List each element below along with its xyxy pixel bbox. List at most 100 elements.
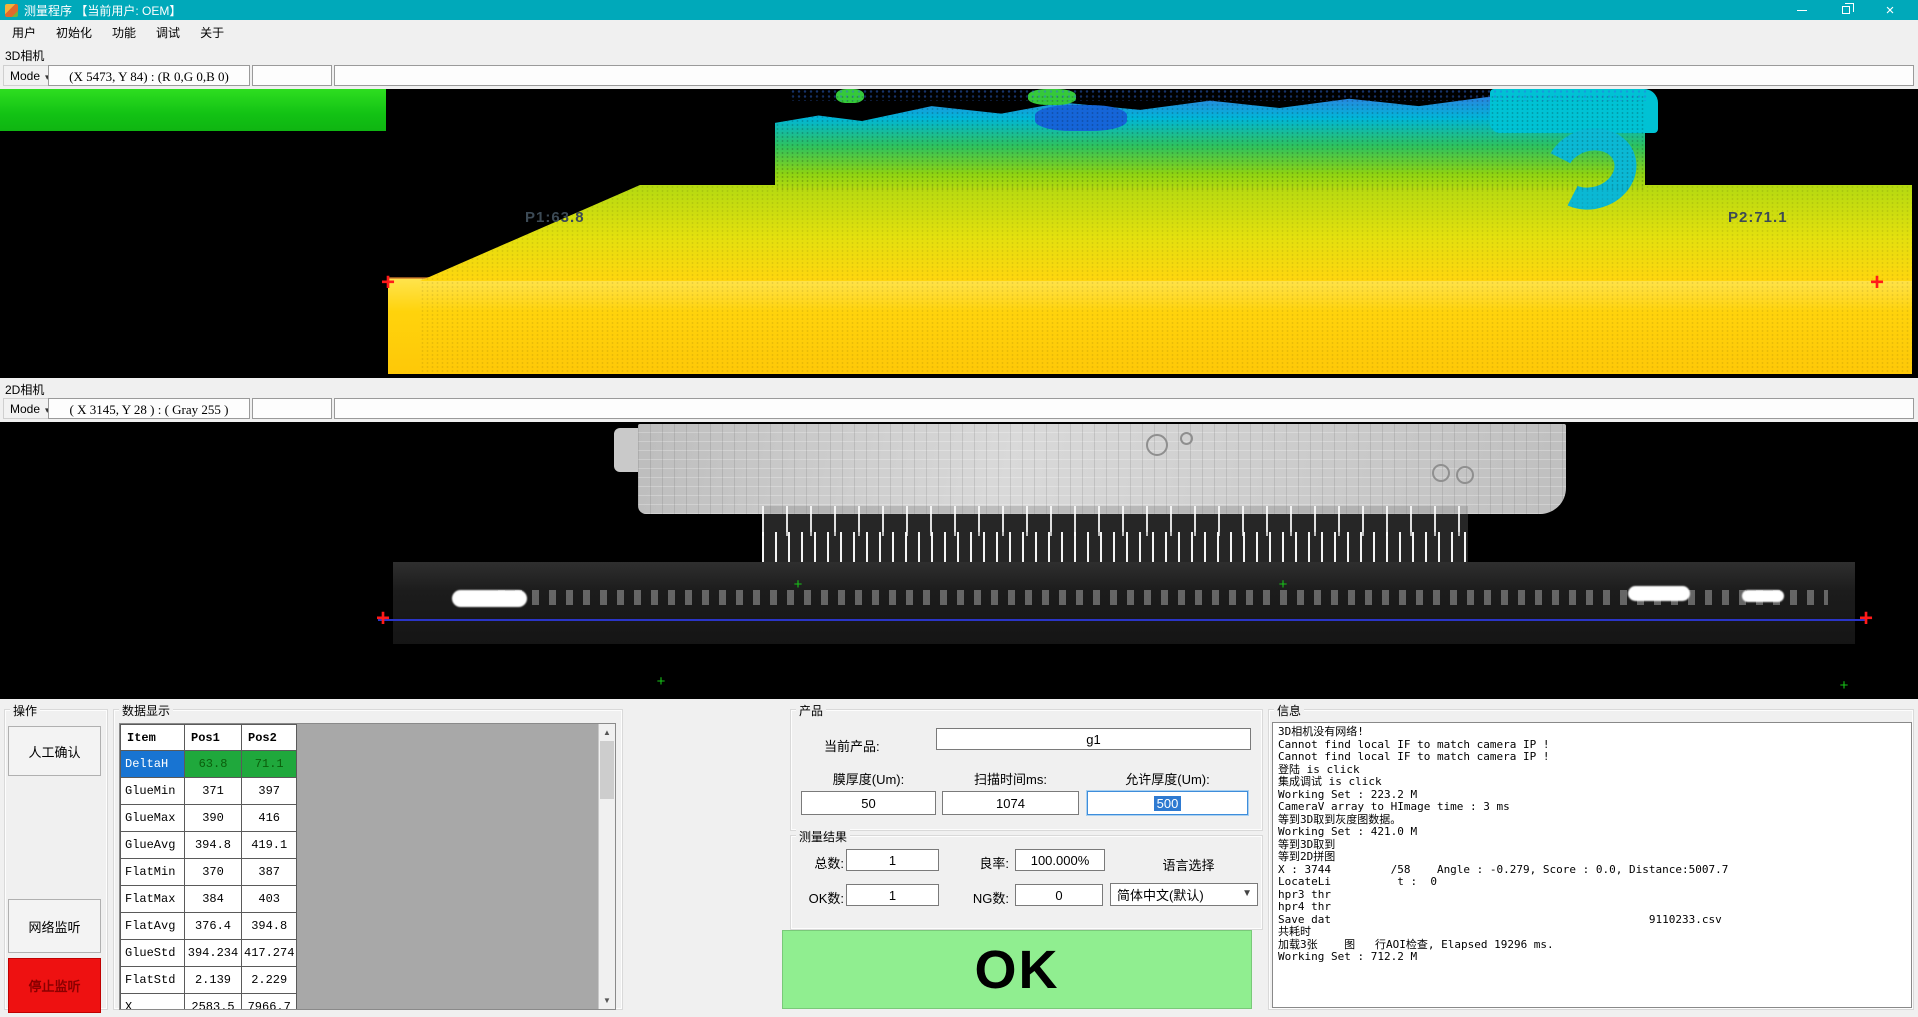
window-controls: × (1780, 0, 1912, 20)
menu-item-2[interactable]: 初始化 (46, 20, 102, 45)
yield-field[interactable]: 100.000% (1015, 849, 1105, 871)
allow-thickness-field[interactable]: 500 (1087, 791, 1248, 815)
menu-item-1[interactable]: 用户 (2, 20, 46, 45)
table-cell: GlueAvg (121, 832, 185, 859)
table-cell: 403 (242, 886, 297, 913)
green-marker-icon: + (790, 577, 806, 593)
menu-item-4[interactable]: 调试 (146, 20, 190, 45)
title-bar: 测量程序 【当前用户: OEM】 × (0, 0, 1918, 20)
menu-item-5[interactable]: 关于 (190, 20, 234, 45)
camera3d-section-label: 3D相机 (5, 47, 44, 64)
pcb-ring (1146, 434, 1168, 456)
table-cell: 419.1 (242, 832, 297, 859)
ng-count-field[interactable]: 0 (1015, 884, 1103, 906)
glue-blob (1628, 586, 1690, 601)
table-cell: 371 (185, 778, 242, 805)
table-header-cell: Pos2 (242, 725, 297, 751)
maximize-button[interactable] (1824, 0, 1868, 20)
camera3d-pixel-readout: (X 5473, Y 84) : (R 0,G 0,B 0) (48, 65, 250, 86)
pcb-ring (1180, 432, 1193, 445)
results-group-label: 测量结果 (796, 828, 850, 845)
table-row[interactable]: DeltaH63.871.1 (121, 751, 297, 778)
operations-group-label: 操作 (10, 702, 40, 719)
close-button[interactable]: × (1868, 0, 1912, 20)
log-line: 等到3D取到 (1278, 839, 1911, 852)
table-cell: 387 (242, 859, 297, 886)
table-row[interactable]: GlueAvg394.8419.1 (121, 832, 297, 859)
manual-confirm-button[interactable]: 人工确认 (8, 726, 101, 776)
table-row[interactable]: FlatStd2.1392.229 (121, 967, 297, 994)
minimize-button[interactable] (1780, 0, 1824, 20)
pcb-board (638, 424, 1566, 514)
table-scrollbar[interactable]: ▲ ▼ (598, 724, 615, 1009)
pcb-swirl (1456, 466, 1474, 484)
table-cell: GlueStd (121, 940, 185, 967)
table-row[interactable]: X2583.57966.7 (121, 994, 297, 1011)
stop-listen-button[interactable]: 停止监听 (8, 958, 101, 1013)
log-line: 共耗时 (1278, 926, 1911, 939)
p2-annotation: P2:71.1 (1728, 209, 1788, 226)
heightmap-noise (0, 330, 386, 372)
heightmap-left-strip (0, 89, 386, 131)
selected-text: 500 (1154, 796, 1182, 811)
total-field[interactable]: 1 (846, 849, 939, 871)
ok-count-label: OK数: (796, 888, 844, 907)
current-product-field[interactable]: g1 (936, 728, 1251, 750)
table-cell: 63.8 (185, 751, 242, 778)
network-listen-button[interactable]: 网络监听 (8, 899, 101, 953)
camera2d-toolbar: Mode▾ ( X 3145, Y 28 ) : ( Gray 255 ) (0, 397, 1918, 421)
table-header-cell: Item (121, 725, 185, 751)
scroll-up-icon[interactable]: ▲ (599, 724, 615, 741)
table-cell: 394.234 (185, 940, 242, 967)
allow-thickness-label: 允许厚度(Um): (1087, 769, 1248, 788)
result-banner: OK (782, 930, 1252, 1009)
menu-item-3[interactable]: 功能 (102, 20, 146, 45)
green-marker-icon: + (1836, 678, 1852, 694)
log-line: hpr4 thr (1278, 901, 1911, 914)
film-thickness-field[interactable]: 50 (801, 791, 936, 815)
table-row[interactable]: FlatMax384403 (121, 886, 297, 913)
table-row[interactable]: GlueMin371397 (121, 778, 297, 805)
table-row[interactable]: GlueMax390416 (121, 805, 297, 832)
ok-count-field[interactable]: 1 (846, 884, 939, 906)
camera3d-status-box-wide (334, 65, 1914, 86)
table-cell: FlatAvg (121, 913, 185, 940)
table-row[interactable]: FlatAvg376.4394.8 (121, 913, 297, 940)
language-label: 语言选择 (1146, 855, 1231, 874)
p1-annotation: P1:63.8 (525, 209, 585, 226)
scrollbar-thumb[interactable] (600, 741, 614, 799)
table-cell: 71.1 (242, 751, 297, 778)
table-cell: 2583.5 (185, 994, 242, 1011)
table-row[interactable]: GlueStd394.234417.274 (121, 940, 297, 967)
green-marker-icon: + (1275, 577, 1291, 593)
menu-bar: 用户初始化功能调试关于 (0, 20, 1918, 45)
crosshair-left-icon: + (371, 606, 395, 632)
table-cell: 394.8 (185, 832, 242, 859)
table-cell: 416 (242, 805, 297, 832)
current-product-label: 当前产品: (824, 736, 880, 755)
camera3d-image[interactable]: P1:63.8 P2:71.1 + + (0, 89, 1918, 378)
pcb-swirl (1432, 464, 1450, 482)
table-cell: GlueMin (121, 778, 185, 805)
app-window: 测量程序 【当前用户: OEM】 × 用户初始化功能调试关于 3D相机 Mode… (0, 0, 1918, 1017)
scroll-down-icon[interactable]: ▼ (599, 992, 615, 1009)
camera2d-image[interactable]: + + + + + + (0, 422, 1918, 699)
log-line: 等到2D拼图 (1278, 851, 1911, 864)
scan-time-field[interactable]: 1074 (942, 791, 1079, 815)
table-cell: 384 (185, 886, 242, 913)
ng-count-label: NG数: (951, 888, 1009, 907)
yield-label: 良率: (951, 853, 1009, 872)
table-header-cell: Pos1 (185, 725, 242, 751)
results-group: 测量结果 总数: 1 良率: 100.000% 语言选择 OK数: 1 NG数:… (790, 835, 1263, 930)
product-group: 产品 当前产品: g1 膜厚度(Um): 扫描时间ms: 允许厚度(Um): 5… (790, 709, 1263, 831)
info-group: 信息 3D相机没有网络!Cannot find local IF to matc… (1268, 709, 1914, 1010)
info-log[interactable]: 3D相机没有网络!Cannot find local IF to match c… (1272, 722, 1912, 1008)
minimize-icon (1797, 10, 1807, 11)
window-title: 测量程序 【当前用户: OEM】 (24, 2, 181, 19)
film-thickness-label: 膜厚度(Um): (801, 769, 936, 788)
camera2d-status-box (252, 398, 332, 419)
table-row[interactable]: FlatMin370387 (121, 859, 297, 886)
camera3d-toolbar: Mode▾ (X 5473, Y 84) : (R 0,G 0,B 0) (0, 64, 1918, 88)
maximize-icon (1842, 6, 1850, 14)
language-select[interactable]: 简体中文(默认)▼ (1110, 883, 1258, 906)
